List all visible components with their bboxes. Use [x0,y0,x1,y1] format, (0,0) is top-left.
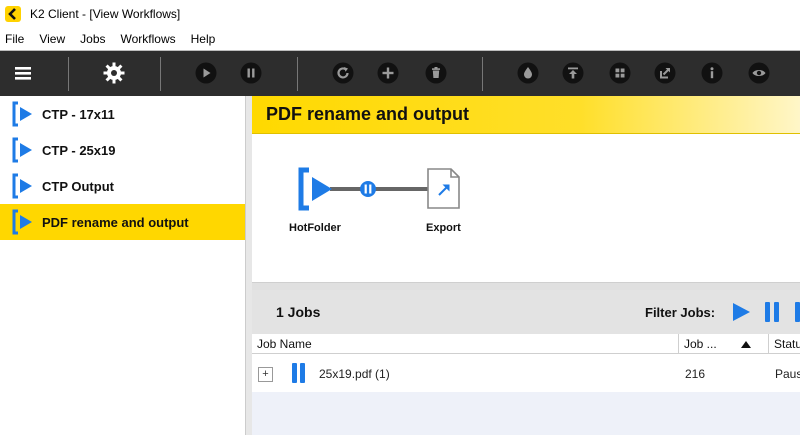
table-row[interactable]: + 25x19.pdf (1) 216 Paus [252,355,800,392]
drop-icon[interactable] [517,62,539,84]
filter-jobs-label: Filter Jobs: [645,305,716,320]
workflow-header: PDF rename and output [252,96,800,134]
jobs-count: 1 Jobs [276,304,321,320]
filter-running-play-icon[interactable] [730,301,752,323]
workflow-icon [12,137,32,163]
sidebar-item-label: CTP - 17x11 [42,106,115,122]
horizontal-splitter[interactable] [252,282,800,290]
sidebar-item-label: CTP Output [42,178,114,194]
window-title: K2 Client - [View Workflows] [30,7,181,21]
add-icon[interactable] [377,62,399,84]
menu-jobs[interactable]: Jobs [80,32,105,46]
export-label: Export [426,222,461,234]
menu-help[interactable]: Help [191,32,216,46]
column-header-status[interactable]: Statu [774,337,800,351]
toolbar-separator [160,57,161,91]
column-header-job[interactable]: Job ... [684,337,717,351]
toolbar-separator [482,57,483,91]
column-separator[interactable] [678,334,679,354]
hotfolder-label: HotFolder [289,222,341,234]
job-status-cell: Paus [775,367,800,381]
export-icon[interactable] [427,168,460,209]
delete-icon[interactable] [425,62,447,84]
pause-icon[interactable] [240,62,262,84]
k2-logo-icon [5,6,21,22]
grid-icon[interactable] [609,62,631,84]
toolbar-separator [297,57,298,91]
workflow-canvas: HotFolder Export [252,134,800,282]
toolbar-separator [68,57,69,91]
sort-ascending-icon[interactable] [740,339,752,349]
settings-gear-icon[interactable] [102,61,126,85]
hotfolder-icon[interactable] [298,167,332,211]
toolbar [0,50,800,96]
paused-status-icon [292,363,305,383]
sidebar-item-pdf-rename-and-output[interactable]: PDF rename and output [0,204,245,240]
menu-workflows[interactable]: Workflows [121,32,176,46]
workflow-title: PDF rename and output [266,104,470,124]
refresh-icon[interactable] [332,62,354,84]
job-number-cell: 216 [685,367,706,381]
expand-row-button[interactable]: + [258,367,273,382]
upload-icon[interactable] [562,62,584,84]
workflow-icon [12,101,32,127]
workflow-icon [12,209,32,235]
info-icon[interactable] [701,62,723,84]
job-name-cell: 25x19.pdf (1) [319,367,390,381]
main-panel: PDF rename and output HotFolder Export 1… [252,96,800,435]
filter-more-icon[interactable] [792,301,800,323]
share-icon[interactable] [654,62,676,84]
grid-header: Job Name Job ... Statu [252,334,800,354]
jobs-grid: Job Name Job ... Statu + 25x19.pdf (1) 2… [252,334,800,435]
play-icon[interactable] [195,62,217,84]
workflow-icon [12,173,32,199]
menu-bar: File View Jobs Workflows Help [0,28,800,50]
menu-view[interactable]: View [39,32,65,46]
sidebar-item-ctp-25x19[interactable]: CTP - 25x19 [0,132,245,168]
workflow-list: CTP - 17x11 CTP - 25x19 CTP Output PDF r… [0,96,246,435]
column-separator[interactable] [768,334,769,354]
menu-file[interactable]: File [5,32,24,46]
filter-paused-pause-icon[interactable] [762,301,784,323]
column-header-job-name[interactable]: Job Name [257,337,312,351]
title-bar: K2 Client - [View Workflows] [0,0,800,28]
sidebar-item-label: PDF rename and output [42,214,189,230]
view-icon[interactable] [748,62,770,84]
grid-empty-area [252,392,800,435]
sidebar-item-ctp-17x11[interactable]: CTP - 17x11 [0,96,245,132]
hamburger-icon[interactable] [12,62,34,84]
sidebar-item-ctp-output[interactable]: CTP Output [0,168,245,204]
workflow-diagram [298,167,460,211]
jobs-toolbar: 1 Jobs Filter Jobs: [252,290,800,334]
sidebar-item-label: CTP - 25x19 [42,142,116,158]
connector-pause-icon[interactable] [360,181,376,197]
